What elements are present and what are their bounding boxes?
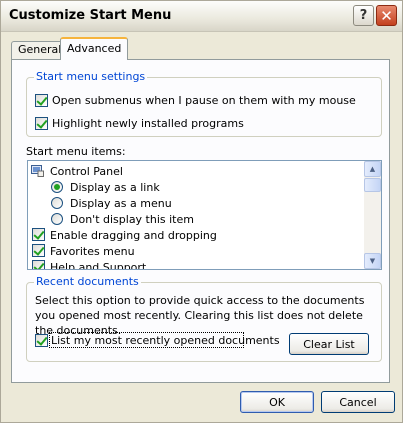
list-item-label: Control Panel bbox=[50, 165, 123, 178]
window-title: Customize Start Menu bbox=[9, 8, 172, 23]
list-recent-docs-label[interactable]: List my most recently opened documents bbox=[51, 334, 280, 347]
help-support-label[interactable]: Help and Support bbox=[50, 261, 146, 269]
help-icon: ? bbox=[359, 8, 368, 23]
ok-button[interactable]: OK bbox=[240, 391, 314, 413]
clear-list-button[interactable]: Clear List bbox=[289, 333, 369, 355]
start-menu-items-list[interactable]: Control Panel Display as a link Display … bbox=[27, 160, 382, 270]
start-menu-settings-legend: Start menu settings bbox=[34, 70, 148, 83]
recent-documents-legend: Recent documents bbox=[34, 275, 141, 288]
list-scrollbar[interactable]: ▲ ▼ bbox=[364, 161, 381, 269]
dont-display-radio[interactable] bbox=[51, 213, 63, 225]
close-icon: ✕ bbox=[380, 6, 393, 25]
tab-advanced[interactable]: Advanced bbox=[60, 37, 129, 60]
display-as-link-label[interactable]: Display as a link bbox=[70, 181, 160, 194]
display-as-menu-radio[interactable] bbox=[51, 197, 63, 209]
customize-start-menu-dialog: Customize Start Menu ? ✕ General Advance… bbox=[0, 0, 403, 423]
scroll-up-button[interactable]: ▲ bbox=[364, 161, 381, 177]
help-support-checkbox[interactable] bbox=[32, 260, 45, 269]
help-button[interactable]: ? bbox=[353, 5, 374, 26]
favorites-menu-label[interactable]: Favorites menu bbox=[50, 245, 135, 258]
chevron-down-icon: ▼ bbox=[369, 257, 376, 265]
highlight-programs-label[interactable]: Highlight newly installed programs bbox=[52, 117, 244, 130]
enable-dragging-label[interactable]: Enable dragging and dropping bbox=[50, 229, 217, 242]
display-as-link-radio[interactable] bbox=[51, 181, 63, 193]
title-bar[interactable]: Customize Start Menu ? ✕ bbox=[1, 1, 402, 32]
cancel-button[interactable]: Cancel bbox=[321, 391, 395, 413]
open-submenus-label[interactable]: Open submenus when I pause on them with … bbox=[52, 94, 356, 107]
close-button[interactable]: ✕ bbox=[376, 5, 397, 26]
list-recent-docs-checkbox[interactable] bbox=[35, 334, 48, 347]
dont-display-label[interactable]: Don't display this item bbox=[70, 213, 194, 226]
chevron-up-icon: ▲ bbox=[369, 165, 376, 173]
control-panel-icon bbox=[31, 164, 44, 177]
scroll-down-button[interactable]: ▼ bbox=[364, 253, 381, 269]
favorites-menu-checkbox[interactable] bbox=[32, 244, 45, 257]
enable-dragging-checkbox[interactable] bbox=[32, 228, 45, 241]
highlight-programs-checkbox[interactable] bbox=[35, 117, 48, 130]
display-as-menu-label[interactable]: Display as a menu bbox=[70, 197, 172, 210]
start-menu-items-label: Start menu items: bbox=[26, 145, 126, 158]
open-submenus-checkbox[interactable] bbox=[35, 94, 48, 107]
scroll-thumb[interactable] bbox=[364, 178, 381, 192]
